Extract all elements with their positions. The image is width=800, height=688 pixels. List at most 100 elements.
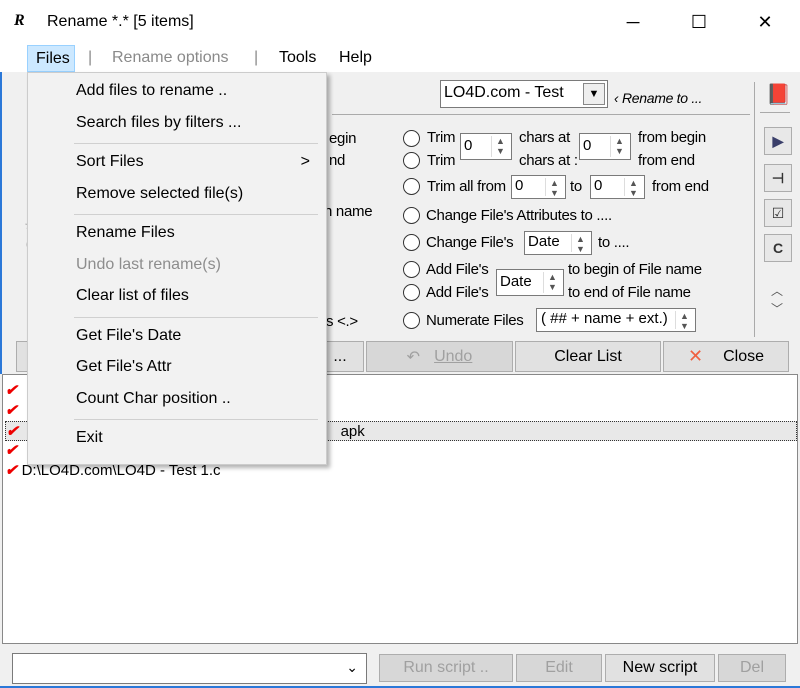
menu-item-label: Count Char position .. — [76, 389, 231, 407]
radio-change-attributes[interactable] — [403, 207, 420, 224]
clear-list-button[interactable]: Clear List — [515, 341, 661, 372]
menu-item-label: Exit — [76, 429, 103, 446]
new-script-button[interactable]: New script — [605, 654, 715, 682]
preset-value: LO4D.com - Test — [444, 84, 564, 101]
trim-from-spinner[interactable]: 0 ▲ ▼ — [511, 175, 566, 199]
label: from end — [638, 152, 695, 169]
menu-item-label: Clear list of files — [76, 287, 189, 304]
label: Numerate Files — [426, 312, 524, 329]
check-icon: ✔ — [5, 382, 18, 399]
radio-trim-all[interactable] — [403, 178, 420, 195]
close-x-icon: ✕ — [688, 346, 704, 366]
radio-trim-end[interactable] — [403, 152, 420, 169]
pin-icon[interactable]: ⊣ — [764, 164, 792, 192]
label: to — [570, 178, 582, 195]
check-icon: ✔ — [5, 462, 18, 479]
hidden-fragment: s <.> — [326, 313, 358, 330]
menu-rename-options[interactable]: Rename options — [112, 49, 229, 67]
menu-item-label: Undo last rename(s) — [76, 255, 221, 273]
menu-help[interactable]: Help — [339, 49, 372, 67]
menu-files[interactable]: Files — [27, 45, 75, 72]
menu-separator — [74, 316, 318, 318]
menu-tools[interactable]: Tools — [279, 49, 316, 67]
del-button[interactable]: Del — [718, 654, 786, 682]
divider — [760, 112, 790, 113]
menu-item-label: Sort Files — [76, 153, 144, 170]
minimize-button[interactable]: ─ — [610, 0, 656, 45]
add-type-spinner[interactable]: Date ▲ ▼ — [496, 269, 564, 296]
menu-separator: | — [88, 49, 93, 66]
radio-trim-begin[interactable] — [403, 130, 420, 147]
label: Add File's — [426, 261, 489, 278]
label: chars at : — [519, 152, 578, 169]
label: to end of File name — [568, 284, 691, 301]
label: Trim all from — [427, 178, 506, 195]
label: from begin — [638, 129, 706, 146]
files-dropdown-menu: Add files to rename .. Search files by fi… — [27, 72, 327, 465]
edit-button[interactable]: Edit — [516, 654, 602, 682]
radio-change-date[interactable] — [403, 234, 420, 251]
label: Change File's Attributes to .... — [426, 207, 612, 224]
undo-button[interactable]: ↶ Undo — [366, 341, 513, 372]
menu-item[interactable]: Get File's Attr — [28, 353, 326, 381]
menu-item[interactable]: Clear list of files — [28, 282, 326, 310]
menu-separator — [74, 419, 318, 420]
script-bar: ⌄ Run script .. Edit New script Del — [0, 645, 800, 688]
trim-count-spinner[interactable]: 0 ▲ ▼ — [460, 133, 512, 160]
date-type-spinner[interactable]: Date ▲ ▼ — [524, 231, 592, 255]
app-icon: R — [14, 12, 25, 29]
chevron-up-icon[interactable]: ︿ — [771, 282, 783, 300]
menu-item-label: Add files to rename .. — [76, 82, 228, 99]
close-button[interactable]: ✕ Close — [663, 341, 789, 372]
title-bar: R Rename *.* [5 items] ─ ☐ ✕ — [0, 0, 800, 45]
checkbox-icon[interactable]: ☑ — [764, 199, 792, 227]
menu-bar: Files | Rename options | Tools Help — [0, 45, 800, 72]
preset-select[interactable]: LO4D.com - Test ▼ — [440, 80, 608, 108]
menu-item[interactable]: Add files to rename .. — [28, 77, 326, 105]
menu-item[interactable]: Exit — [28, 424, 326, 452]
menu-separator — [74, 214, 318, 215]
trim-pos-spinner[interactable]: 0 ▲ ▼ — [579, 133, 631, 160]
menu-item[interactable]: Remove selected file(s) — [28, 180, 326, 208]
label: Add File's — [426, 284, 489, 301]
divider — [332, 114, 750, 115]
numerate-format-spinner[interactable]: ( ## + name + ext.) ▲ ▼ — [536, 308, 696, 332]
label: Trim — [427, 129, 456, 146]
radio-add-begin[interactable] — [403, 261, 420, 278]
label: ... — [333, 347, 347, 365]
hidden-fragment: n name — [324, 203, 373, 220]
maximize-button[interactable]: ☐ — [676, 0, 722, 45]
chevron-down-icon[interactable]: ⌄ — [346, 659, 358, 676]
menu-item[interactable]: Search files by filters ... — [28, 109, 326, 137]
window-title: Rename *.* [5 items] — [47, 13, 194, 30]
chevron-down-icon[interactable]: ﹀ — [771, 300, 783, 318]
run-script-button[interactable]: Run script .. — [379, 654, 513, 682]
radio-numerate[interactable] — [403, 312, 420, 329]
radio-add-end[interactable] — [403, 284, 420, 301]
label: to .... — [598, 234, 630, 251]
menu-item[interactable]: Get File's Date — [28, 322, 326, 350]
submenu-arrow-icon: > — [300, 153, 310, 170]
file-path: apk — [340, 423, 365, 440]
menu-separator — [74, 143, 318, 144]
scroll-arrows[interactable]: ︿ ﹀ — [771, 282, 783, 318]
rename-to-label: ‹ Rename to ... — [614, 90, 703, 106]
label: Undo — [434, 347, 473, 365]
menu-item[interactable]: Undo last rename(s) — [28, 251, 326, 279]
play-icon[interactable]: ▶ — [764, 127, 792, 155]
hidden-fragment: egin — [329, 130, 357, 147]
script-select[interactable]: ⌄ — [12, 653, 367, 684]
check-icon: ✔ — [5, 402, 18, 419]
menu-item[interactable]: Count Char position .. — [28, 385, 326, 413]
undo-icon: ↶ — [406, 348, 421, 366]
help-book-icon[interactable]: 📕 — [766, 82, 791, 107]
close-window-button[interactable]: ✕ — [742, 0, 788, 45]
label: Close — [723, 347, 764, 365]
dropdown-arrow-icon[interactable]: ▼ — [583, 83, 605, 105]
menu-item[interactable]: Sort Files > — [28, 148, 326, 176]
trim-to-spinner[interactable]: 0 ▲ ▼ — [590, 175, 645, 199]
label: to begin of File name — [568, 261, 702, 278]
clear-c-button[interactable]: C — [764, 234, 792, 262]
menu-item[interactable]: Rename Files — [28, 219, 326, 247]
menu-item-label: Search files by filters ... — [76, 113, 242, 131]
